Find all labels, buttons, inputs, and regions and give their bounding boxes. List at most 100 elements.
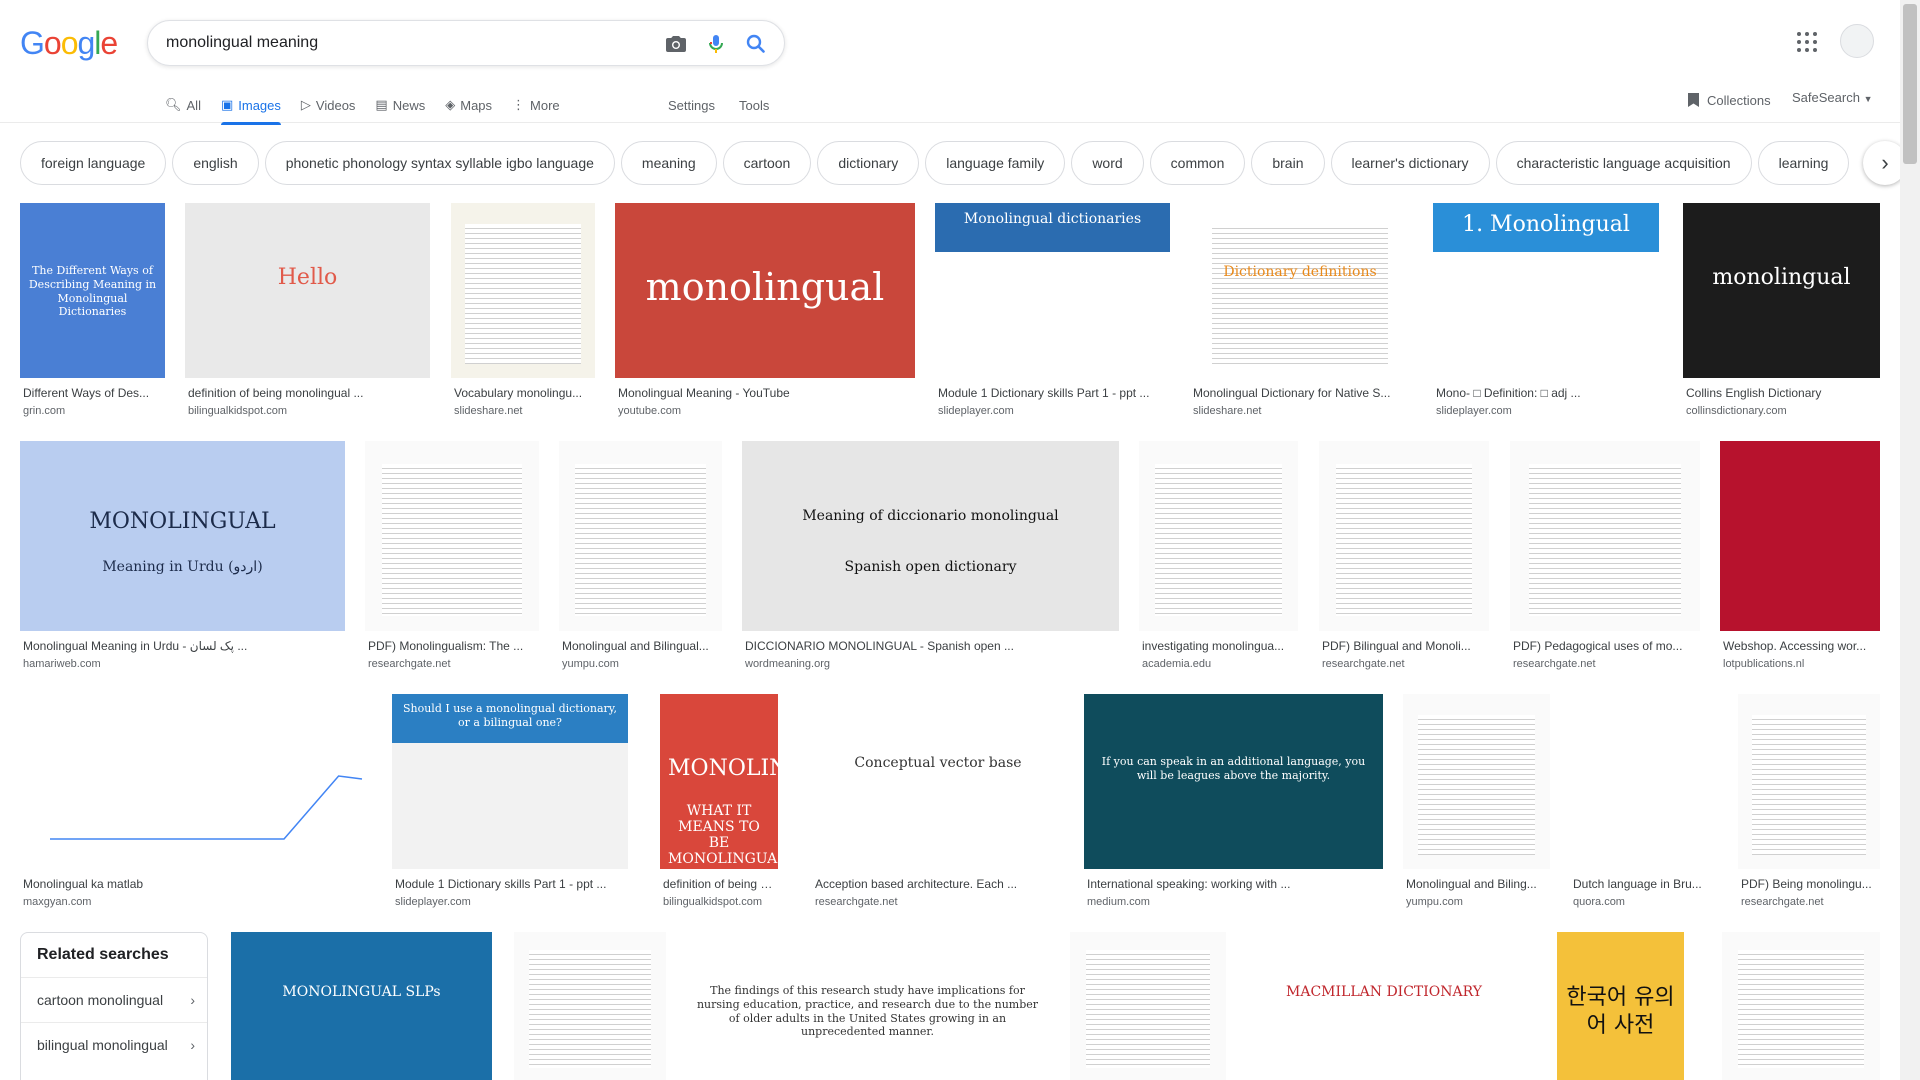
result-thumbnail[interactable]: If you can speak in an additional langua… [1084,694,1383,869]
result-thumbnail[interactable] [1722,932,1880,1080]
result-title[interactable]: PDF) Being monolingu... [1741,877,1879,891]
result-title[interactable]: Vocabulary monolingu... [454,386,594,400]
tab-news[interactable]: ▤ News [375,88,425,122]
image-result[interactable] [1070,932,1226,1080]
result-title[interactable]: investigating monolingua... [1142,639,1297,653]
filter-chip[interactable]: english [172,141,259,185]
result-thumbnail[interactable]: monolingual [615,203,915,378]
image-result[interactable]: Hello definition of being monolingual ...… [185,203,430,428]
related-item[interactable]: bilingual monolingual › [21,1022,207,1067]
result-title[interactable]: Collins English Dictionary [1686,386,1879,400]
image-result[interactable]: MONOLINGUAL Meaning in Urdu (اردو) Monolin… [20,441,345,681]
tab-maps[interactable]: ◈ Maps [445,88,492,122]
result-thumbnail[interactable]: MONOLINGUAL Meaning in Urdu (اردو) [20,441,345,631]
image-result[interactable]: Monolingual and Biling... yumpu.com [1403,694,1550,919]
result-title[interactable]: Monolingual Dictionary for Native S... [1193,386,1409,400]
result-title[interactable]: PDF) Monolingualism: The ... [368,639,538,653]
result-thumbnail[interactable]: Hello [185,203,430,378]
filter-chip[interactable]: learner's dictionary [1330,141,1490,185]
image-result[interactable]: MONOLINGUAL SLPs [231,932,492,1080]
result-title[interactable]: Dutch language in Bru... [1573,877,1714,891]
image-result[interactable]: MONOLINGUALISM WHAT IT MEANS TO BE MONOLI… [660,694,778,919]
result-thumbnail[interactable]: 한국어 유의어 사전 [1557,932,1684,1080]
image-result[interactable]: PDF) Pedagogical uses of mo... researchga… [1510,441,1700,681]
result-title[interactable]: PDF) Pedagogical uses of mo... [1513,639,1699,653]
result-title[interactable]: Mono- □ Definition: □ adj ... [1436,386,1658,400]
result-title[interactable]: Different Ways of Des... [23,386,164,400]
image-result[interactable]: Monolingual dictionaries Module 1 Diction… [935,203,1170,428]
image-result[interactable]: monolingual Monolingual Meaning - YouTube… [615,203,915,428]
filter-chip[interactable]: brain [1251,141,1325,185]
filter-chip[interactable]: foreign language [20,141,167,185]
image-result[interactable]: MACMILLAN DICTIONARY [1248,932,1520,1080]
image-result[interactable]: PDF) Bilingual and Monoli... researchgate… [1319,441,1489,681]
image-result[interactable]: If you can speak in an additional langua… [1084,694,1383,919]
result-thumbnail[interactable] [1139,441,1298,631]
result-thumbnail[interactable] [365,441,539,631]
filter-chip[interactable]: meaning [620,141,717,185]
image-result[interactable]: The Different Ways of Describing Meaning… [20,203,165,428]
filter-chip[interactable]: learning [1757,141,1850,185]
collections-button[interactable]: Collections [1688,90,1771,110]
result-title[interactable]: Acception based architecture. Each ... [815,877,1063,891]
image-result[interactable]: PDF) Being monolingu... researchgate.net [1738,694,1880,919]
image-result[interactable]: Should I use a monolingual dictionary, o… [392,694,628,919]
image-result[interactable]: Conceptual vector base Acception based ar… [812,694,1064,919]
image-result[interactable] [514,932,666,1080]
result-thumbnail[interactable]: MACMILLAN DICTIONARY [1248,932,1520,1080]
search-icon[interactable] [744,32,768,56]
result-thumbnail[interactable] [514,932,666,1080]
image-result[interactable]: monolingual Collins English Dictionary col… [1683,203,1880,428]
apps-grid-icon[interactable] [1797,32,1817,52]
image-result[interactable]: Vocabulary monolingu... slideshare.net [451,203,595,428]
related-item[interactable]: cartoon monolingual › [21,977,207,1022]
filter-chip[interactable]: cartoon [722,141,812,185]
result-thumbnail[interactable] [559,441,722,631]
image-result[interactable]: Monolingual ka matlab maxgyan.com [20,694,372,919]
result-title[interactable]: Module 1 Dictionary skills Part 1 - ppt … [938,386,1169,400]
filter-chip[interactable]: common [1149,141,1246,185]
image-result[interactable]: PDF) Monolingualism: The ... researchgate… [365,441,539,681]
image-result[interactable]: investigating monolingua... academia.edu [1139,441,1298,681]
filter-chip[interactable]: characteristic language acquisition [1495,141,1752,185]
image-result[interactable]: 한국어 유의어 사전 [1557,932,1684,1080]
result-thumbnail[interactable]: The Different Ways of Describing Meaning… [20,203,165,378]
image-result[interactable]: Webshop. Accessing wor... lotpublications… [1720,441,1880,681]
microphone-icon[interactable] [704,32,728,56]
tab-videos[interactable]: ▷ Videos [301,88,356,122]
result-thumbnail[interactable] [451,203,595,378]
result-thumbnail[interactable]: MONOLINGUALISM WHAT IT MEANS TO BE MONOLI… [660,694,778,869]
result-thumbnail[interactable] [1738,694,1880,869]
scrollbar-thumb[interactable] [1903,4,1917,164]
filter-chip[interactable]: dictionary [817,141,920,185]
result-title[interactable]: DICCIONARIO MONOLINGUAL - Spanish open .… [745,639,1118,653]
filter-chip[interactable]: word [1071,141,1144,185]
result-thumbnail[interactable] [1070,932,1226,1080]
result-title[interactable]: Monolingual and Bilingual... [562,639,721,653]
result-thumbnail[interactable]: Meaning of diccionario monolingual Spanis… [742,441,1119,631]
search-input[interactable] [166,31,636,55]
camera-icon[interactable] [664,32,688,56]
image-result[interactable]: Dictionary definitions Monolingual Dictio… [1190,203,1410,428]
result-thumbnail[interactable]: Should I use a monolingual dictionary, o… [392,694,628,869]
result-thumbnail[interactable]: Monolingual dictionaries [935,203,1170,378]
filter-chip[interactable]: phonetic phonology syntax syllable igbo … [264,141,615,185]
result-thumbnail[interactable]: MONOLINGUAL SLPs [231,932,492,1080]
tab-all[interactable]: 🔍︎ All [165,88,201,122]
result-title[interactable]: Monolingual Meaning - YouTube [618,386,914,400]
result-title[interactable]: definition of being mo... [663,877,777,891]
tools-link[interactable]: Tools [739,88,769,122]
avatar[interactable] [1840,24,1874,58]
google-logo[interactable]: Google [20,25,118,62]
image-result[interactable] [1722,932,1880,1080]
result-title[interactable]: Module 1 Dictionary skills Part 1 - ppt … [395,877,627,891]
image-result[interactable]: Dutch language in Bru... quora.com [1570,694,1715,919]
result-thumbnail[interactable]: 1. Monolingual [1433,203,1659,378]
image-result[interactable]: Monolingual and Bilingual... yumpu.com [559,441,722,681]
result-title[interactable]: definition of being monolingual ... [188,386,429,400]
result-thumbnail[interactable]: monolingual [1683,203,1880,378]
result-title[interactable]: International speaking: working with ... [1087,877,1382,891]
settings-link[interactable]: Settings [668,88,715,122]
result-title[interactable]: Monolingual Meaning in Urdu - پک لسان ..… [23,639,344,653]
result-thumbnail[interactable] [20,694,372,869]
